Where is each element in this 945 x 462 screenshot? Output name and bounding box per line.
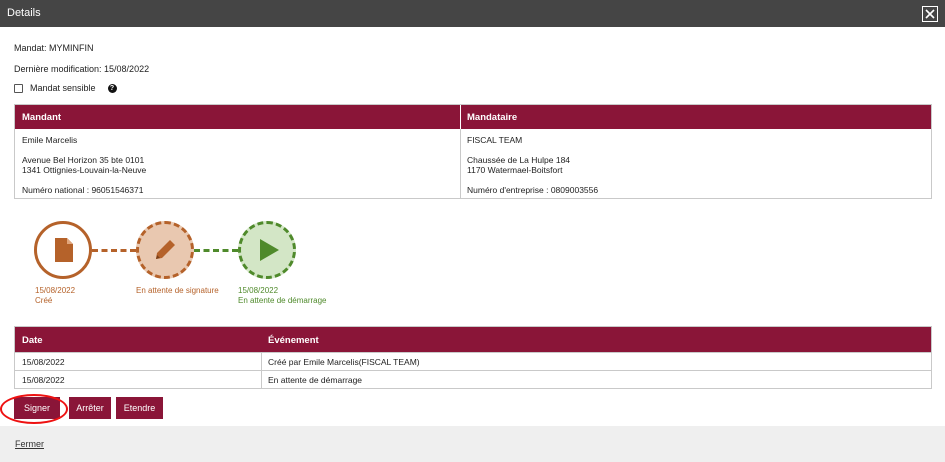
sensible-row: Mandat sensible ? xyxy=(14,82,117,94)
mandant-header-label: Mandant xyxy=(22,112,62,123)
step-pending-start-status: En attente de démarrage xyxy=(238,296,327,305)
row-event: En attente de démarrage xyxy=(268,375,363,385)
window-title: Details xyxy=(7,7,41,19)
stop-button[interactable]: Arrêter xyxy=(69,397,111,419)
step-created-status: Créé xyxy=(35,296,53,305)
close-link[interactable]: Fermer xyxy=(15,439,44,449)
mandataire-header: Mandataire xyxy=(461,105,931,129)
pencil-icon xyxy=(156,240,175,259)
help-icon[interactable]: ? xyxy=(107,83,117,93)
mandataire-header-label: Mandataire xyxy=(467,112,518,123)
close-button[interactable] xyxy=(922,6,938,22)
mandant-address-2: 1341 Ottignies-Louvain-la-Neuve xyxy=(22,165,147,175)
parties-panel: Mandant Mandataire Emile Marcelis Avenue… xyxy=(14,104,932,199)
last-modified: Dernière modification: 15/08/2022 xyxy=(14,64,150,74)
step-created-date: 15/08/2022 xyxy=(35,286,76,295)
step-pending-signature xyxy=(136,221,194,279)
mandat-line: Mandat: MYMINFIN xyxy=(14,43,94,53)
table-header: Date Événement xyxy=(15,327,931,352)
mandataire-company-number: Numéro d'entreprise : 0809003556 xyxy=(467,185,599,195)
step-pending-start xyxy=(238,221,296,279)
table-row: 15/08/2022 Créé par Emile Marcelis(FISCA… xyxy=(15,352,931,370)
mandataire-name: FISCAL TEAM xyxy=(467,135,523,145)
footer: Fermer xyxy=(0,426,945,462)
sensible-checkbox[interactable] xyxy=(14,83,23,93)
row-event: Créé par Emile Marcelis(FISCAL TEAM) xyxy=(268,357,420,367)
column-date: Date xyxy=(22,335,43,346)
column-event: Événement xyxy=(268,335,319,346)
row-date: 15/08/2022 xyxy=(22,375,65,385)
sensible-label: Mandat sensible xyxy=(30,83,96,93)
row-date: 15/08/2022 xyxy=(22,357,65,367)
table-row: 15/08/2022 En attente de démarrage xyxy=(15,370,931,388)
mandataire-address-1: Chaussée de La Hulpe 184 xyxy=(467,155,571,165)
mandant-name: Emile Marcelis xyxy=(22,135,78,145)
mandant-national-number: Numéro national : 96051546371 xyxy=(22,185,144,195)
play-icon xyxy=(260,239,279,261)
extend-button[interactable]: Etendre xyxy=(116,397,163,419)
title-bar: Details xyxy=(0,0,945,27)
timeline-connector-2 xyxy=(194,249,238,252)
column-divider xyxy=(460,129,461,199)
events-table: Date Événement 15/08/2022 Créé par Emile… xyxy=(14,326,932,389)
mandataire-address-2: 1170 Watermael-Boitsfort xyxy=(467,165,563,175)
step-pending-start-date: 15/08/2022 xyxy=(238,286,279,295)
mandant-header: Mandant xyxy=(15,105,460,129)
close-icon xyxy=(925,9,935,19)
sign-button-highlight xyxy=(0,394,68,424)
timeline-connector-1 xyxy=(92,249,136,252)
document-icon xyxy=(55,238,73,262)
step-pending-signature-status: En attente de signature xyxy=(136,286,219,295)
mandant-address-1: Avenue Bel Horizon 35 bte 0101 xyxy=(22,155,145,165)
step-created xyxy=(34,221,92,279)
